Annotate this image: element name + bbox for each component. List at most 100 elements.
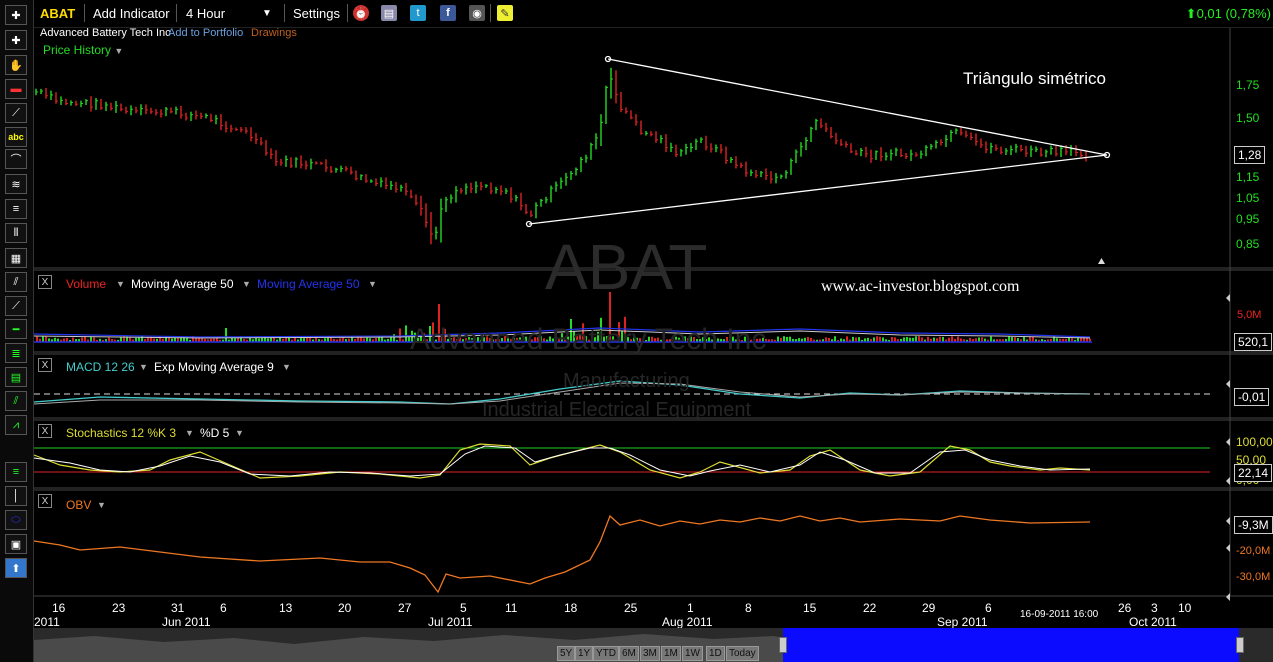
price-bar (870, 149, 873, 163)
chevron-down-icon[interactable]: ▼ (139, 362, 148, 372)
volume-bar (834, 336, 836, 342)
price-history-label[interactable]: Price History ▼ (43, 43, 123, 57)
volume-bar (399, 328, 401, 342)
price-bar (70, 100, 73, 106)
volume-bar (879, 336, 881, 342)
chevron-down-icon[interactable]: ▼ (368, 279, 377, 289)
price-bar (470, 182, 473, 194)
range-button-1w[interactable]: 1W (682, 646, 703, 661)
navigator-left-handle[interactable] (779, 637, 787, 653)
price-bar (155, 109, 158, 116)
price-bar (255, 133, 258, 145)
volume-bar (786, 336, 788, 342)
chevron-down-icon[interactable]: ▼ (116, 279, 125, 289)
price-bar (340, 165, 343, 173)
volume-bar (942, 336, 944, 342)
scale-arrow-icon[interactable] (1226, 593, 1230, 601)
last-price-badge: 1,28 (1234, 146, 1266, 164)
price-bar (685, 143, 688, 155)
range-button-1d[interactable]: 1D (706, 646, 725, 661)
volume-bar (951, 336, 953, 342)
x-tick-day: 6 (220, 601, 227, 615)
close-stochastics-button[interactable]: X (38, 424, 52, 438)
chevron-down-icon[interactable]: ▼ (97, 500, 106, 510)
price-bar (765, 168, 768, 181)
watermark-company: Advanced Battery Tech Inc (410, 323, 767, 356)
price-bar (430, 211, 433, 245)
chevron-down-icon[interactable]: ▼ (235, 428, 244, 438)
price-bar (810, 126, 813, 143)
obv-line (33, 514, 1091, 594)
chevron-down-icon[interactable]: ▼ (185, 428, 194, 438)
chevron-down-icon[interactable]: ▼ (114, 46, 123, 56)
scale-arrow-icon[interactable] (1226, 544, 1230, 552)
y-tick: 1,50 (1236, 111, 1260, 125)
price-bar (990, 142, 993, 154)
price-bar (1010, 145, 1013, 156)
price-bar (1030, 145, 1033, 157)
price-bar (755, 170, 758, 178)
range-button-today[interactable]: Today (726, 646, 759, 661)
volume-bar (381, 336, 383, 342)
price-bar (275, 150, 278, 166)
price-bar (635, 114, 638, 126)
price-bar (400, 184, 403, 192)
price-bar (440, 198, 443, 243)
price-bar (265, 140, 268, 156)
price-bar (1050, 145, 1053, 155)
macd-last-badge: -0,01 (1234, 388, 1270, 406)
volume-bar (990, 336, 992, 342)
price-bar (415, 194, 418, 206)
scale-arrow-icon[interactable] (1226, 380, 1230, 388)
price-bar (970, 132, 973, 141)
price-bar (605, 85, 608, 125)
range-button-ytd[interactable]: YTD (593, 646, 619, 661)
price-bar (610, 67, 613, 99)
price-bar (785, 170, 788, 179)
price-bar (705, 135, 708, 151)
navigator-window[interactable] (783, 628, 1239, 662)
volume-bar (405, 325, 407, 342)
price-bar (170, 107, 173, 114)
price-bar (1085, 151, 1088, 162)
range-button-3m[interactable]: 3M (640, 646, 660, 661)
price-bar (695, 138, 698, 150)
price-bar (660, 135, 663, 144)
price-bar (700, 137, 703, 144)
range-button-6m[interactable]: 6M (619, 646, 639, 661)
x-tick-month: 2011 (34, 615, 60, 629)
price-bar (115, 101, 118, 113)
price-bar (140, 104, 143, 116)
chevron-down-icon[interactable]: ▼ (282, 362, 291, 372)
price-bars (35, 67, 1088, 245)
price-bar (655, 131, 658, 143)
close-macd-button[interactable]: X (38, 358, 52, 372)
range-button-1m[interactable]: 1M (661, 646, 681, 661)
x-tick-day: 15 (803, 601, 817, 615)
price-bar (900, 148, 903, 158)
price-bar (875, 150, 878, 160)
price-bar (315, 161, 318, 165)
chevron-down-icon[interactable]: ▼ (242, 279, 251, 289)
price-bar (1070, 144, 1073, 156)
price-bar (760, 170, 763, 178)
x-tick-day: 5 (460, 601, 467, 615)
navigator-right-handle[interactable] (1236, 637, 1244, 653)
price-bar (450, 194, 453, 204)
scale-arrow-icon[interactable] (1226, 517, 1230, 525)
price-bar (570, 170, 573, 180)
price-bar (795, 149, 798, 164)
price-bar (945, 134, 948, 147)
close-obv-button[interactable]: X (38, 494, 52, 508)
price-bar (865, 146, 868, 158)
scale-arrow-icon[interactable] (1226, 438, 1230, 446)
price-bar (200, 112, 203, 120)
range-button-1y[interactable]: 1Y (575, 646, 594, 661)
range-button-5y[interactable]: 5Y (557, 646, 576, 661)
cursor-time: 16-09-2011 16:00 (1020, 609, 1099, 620)
scale-arrow-icon[interactable] (1226, 294, 1230, 302)
price-bar (975, 133, 978, 146)
close-volume-button[interactable]: X (38, 275, 52, 289)
price-bar (935, 140, 938, 149)
scale-arrow-icon[interactable] (1226, 477, 1230, 485)
